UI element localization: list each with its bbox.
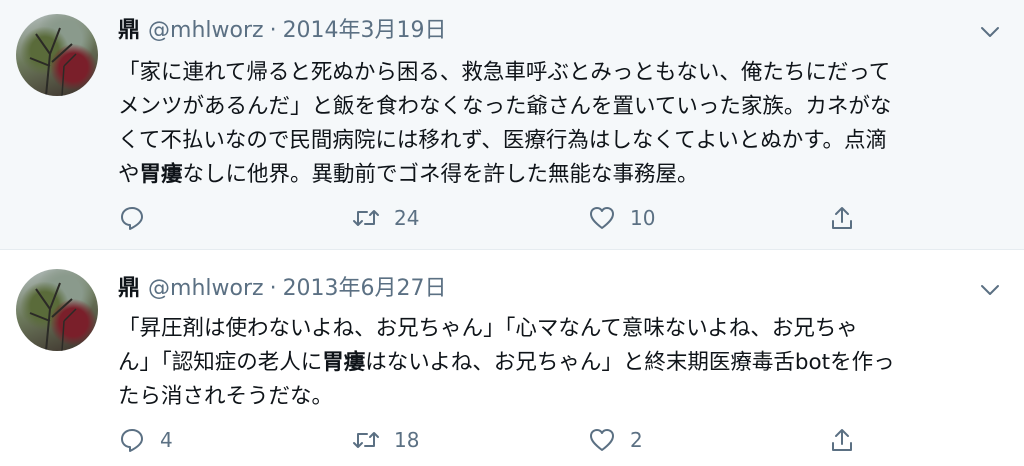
tweet-actions: 4 18 2	[118, 423, 878, 457]
avatar[interactable]	[16, 269, 98, 351]
like-button[interactable]: 2	[588, 423, 643, 457]
share-button[interactable]	[828, 201, 856, 235]
display-name[interactable]: 鼎	[118, 18, 140, 43]
tweet-1[interactable]: 鼎 @mhlworz · 2014年3月19日 「家に連れて帰ると死ぬから困る、救急車…	[0, 0, 1024, 249]
retweet-count: 18	[394, 428, 420, 452]
tweet-text: 「昇圧剤は使わないよね、お兄ちゃん」「心マなんて意味ないよね、お兄ちゃ ん」「認…	[118, 312, 998, 414]
reply-icon	[121, 429, 143, 452]
separator: ·	[269, 276, 277, 301]
retweet-button[interactable]: 24	[352, 201, 419, 235]
highlight-term: 胃瘻	[139, 162, 183, 187]
text-segment: や	[118, 162, 140, 187]
share-icon	[832, 207, 852, 229]
tweet-header: 鼎 @mhlworz · 2013年6月27日	[118, 274, 447, 304]
separator: ·	[269, 18, 277, 43]
retweet-button[interactable]: 18	[352, 423, 419, 457]
display-name[interactable]: 鼎	[118, 276, 140, 301]
user-handle[interactable]: @mhlworz	[148, 276, 264, 301]
tweet-text-line: たら消されそうだな。	[118, 384, 334, 409]
like-icon	[590, 207, 614, 229]
tweet-text-line: や胃瘻なしに他界。異動前でゴネ得を許した無能な事務屋。	[118, 158, 998, 192]
chevron-down-icon[interactable]	[978, 20, 1002, 44]
text-segment: ん」「認知症の老人に	[118, 350, 323, 375]
reply-icon	[121, 207, 143, 230]
tweet-date[interactable]: 2013年6月27日	[283, 276, 447, 301]
tweet-actions: 24 10	[118, 201, 878, 235]
text-segment: なしに他界。異動前でゴネ得を許した無能な事務屋。	[182, 162, 699, 187]
tweet-text-line: 「家に連れて帰ると死ぬから困る、救急車呼ぶとみっともない、俺たちにだって	[118, 60, 891, 85]
retweet-icon	[353, 432, 379, 448]
reply-button[interactable]	[118, 201, 160, 235]
share-button[interactable]	[828, 423, 856, 457]
text-segment: はないよね、お兄ちゃん」と終末期医療毒舌botを作っ	[365, 350, 895, 375]
reply-button[interactable]: 4	[118, 423, 173, 457]
retweet-count: 24	[394, 206, 420, 230]
tweet-2[interactable]: 鼎 @mhlworz · 2013年6月27日 「昇圧剤は使わないよね、お兄ちゃん」「…	[0, 250, 1024, 466]
like-button[interactable]: 10	[588, 201, 655, 235]
highlight-term: 胃瘻	[322, 350, 366, 375]
like-count: 2	[630, 428, 643, 452]
retweet-icon	[353, 210, 379, 226]
tweet-text-line: 「昇圧剤は使わないよね、お兄ちゃん」「心マなんて意味ないよね、お兄ちゃ	[118, 316, 858, 341]
reply-count: 4	[160, 428, 173, 452]
tweet-header: 鼎 @mhlworz · 2014年3月19日	[118, 16, 447, 46]
chevron-down-icon[interactable]	[978, 278, 1002, 302]
tweet-text-line: くて不払いなので民間病院には移れず、医療行為はしなくてよいとぬかす。点滴	[118, 128, 888, 153]
avatar[interactable]	[16, 14, 98, 96]
share-icon	[832, 429, 852, 451]
like-count: 10	[630, 206, 656, 230]
tweet-text-line: ん」「認知症の老人に胃瘻はないよね、お兄ちゃん」と終末期医療毒舌botを作っ	[118, 346, 998, 380]
user-handle[interactable]: @mhlworz	[148, 18, 264, 43]
tweet-text: 「家に連れて帰ると死ぬから困る、救急車呼ぶとみっともない、俺たちにだって メンツ…	[118, 56, 998, 192]
tweet-date[interactable]: 2014年3月19日	[283, 18, 447, 43]
like-icon	[590, 429, 614, 451]
tweet-text-line: メンツがあるんだ」と飯を食わなくなった爺さんを置いていった家族。カネがな	[118, 94, 892, 119]
